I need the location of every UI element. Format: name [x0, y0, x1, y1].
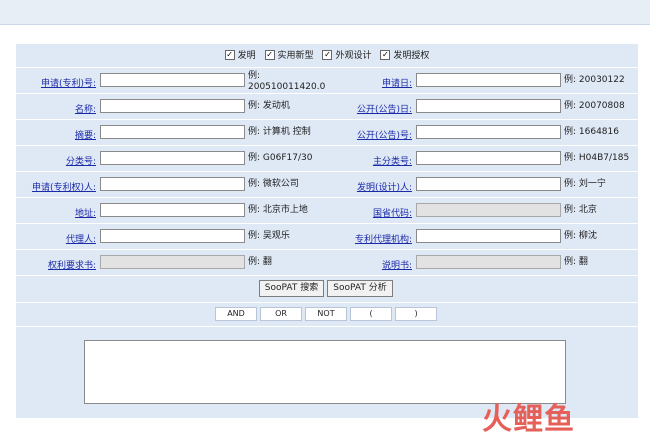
checkbox-check-icon: ✓	[264, 49, 275, 60]
label-title[interactable]: 名称:	[18, 102, 96, 115]
checkbox-label: 实用新型	[277, 51, 314, 61]
top-bar	[0, 0, 650, 25]
example-classification: 例: G06F17/30	[248, 153, 313, 163]
example-province-code: 例: 北京	[564, 205, 597, 215]
divider	[16, 119, 638, 120]
checkbox-check-icon: ✓	[380, 49, 391, 60]
divider	[16, 302, 638, 303]
example-claims: 例: 翻	[248, 257, 272, 267]
label-abstract[interactable]: 摘要:	[18, 128, 96, 141]
title-input[interactable]	[100, 99, 245, 113]
patent-type-checkboxes: ✓ 发明 ✓ 实用新型 ✓ 外观设计 ✓ 发明授权	[16, 48, 638, 61]
divider	[16, 67, 638, 68]
label-main-classification[interactable]: 主分类号:	[316, 154, 412, 167]
divider	[16, 93, 638, 94]
application-number-input[interactable]	[100, 73, 245, 87]
label-agency[interactable]: 专利代理机构:	[316, 232, 412, 245]
label-classification[interactable]: 分类号:	[18, 154, 96, 167]
divider	[16, 197, 638, 198]
example-description: 例: 翻	[564, 257, 588, 267]
application-date-input[interactable]	[416, 73, 561, 87]
example-publication-date: 例: 20070808	[564, 101, 625, 111]
publication-number-input[interactable]	[416, 125, 561, 139]
label-application-date[interactable]: 申请日:	[316, 76, 412, 89]
operator-not-button[interactable]: NOT	[305, 307, 347, 321]
label-claims[interactable]: 权利要求书:	[18, 258, 96, 271]
divider	[16, 249, 638, 250]
claims-input	[100, 255, 245, 269]
checkbox-check-icon: ✓	[224, 49, 235, 60]
main-classification-input[interactable]	[416, 151, 561, 165]
checkbox-check-icon: ✓	[322, 49, 333, 60]
example-publication-number: 例: 1664816	[564, 127, 619, 137]
operator-or-button[interactable]: OR	[260, 307, 302, 321]
operator-close-paren-button[interactable]: )	[395, 307, 437, 321]
publication-date-input[interactable]	[416, 99, 561, 113]
checkbox-label: 发明授权	[393, 51, 430, 61]
soopat-analyze-button[interactable]: SooPAT 分析	[327, 280, 393, 297]
operator-open-paren-button[interactable]: (	[350, 307, 392, 321]
example-agency: 例: 柳沈	[564, 231, 597, 241]
agent-input[interactable]	[100, 229, 245, 243]
checkbox-label: 发明	[237, 51, 256, 61]
label-application-number[interactable]: 申请(专利)号:	[18, 76, 96, 89]
description-input	[416, 255, 561, 269]
label-description[interactable]: 说明书:	[316, 258, 412, 271]
applicant-input[interactable]	[100, 177, 245, 191]
label-publication-number[interactable]: 公开(公告)号:	[316, 128, 412, 141]
example-agent: 例: 吴观乐	[248, 231, 290, 241]
operator-and-button[interactable]: AND	[215, 307, 257, 321]
label-inventor[interactable]: 发明(设计)人:	[316, 180, 412, 193]
label-applicant[interactable]: 申请(专利权)人:	[18, 180, 96, 193]
example-main-classification: 例: H04B7/185	[564, 153, 630, 163]
search-panel: ✓ 发明 ✓ 实用新型 ✓ 外观设计 ✓ 发明授权 申请(专利)号: 例: 200510…	[16, 44, 638, 418]
label-agent[interactable]: 代理人:	[18, 232, 96, 245]
example-applicant: 例: 微软公司	[248, 179, 299, 189]
example-title: 例: 发动机	[248, 101, 290, 111]
address-input[interactable]	[100, 203, 245, 217]
watermark-logo: 火鲤鱼	[482, 402, 575, 437]
inventor-input[interactable]	[416, 177, 561, 191]
province-code-input	[416, 203, 561, 217]
example-inventor: 例: 刘一宁	[564, 179, 606, 189]
divider	[16, 171, 638, 172]
divider	[16, 326, 638, 327]
abstract-input[interactable]	[100, 125, 245, 139]
divider	[16, 223, 638, 224]
label-publication-date[interactable]: 公开(公告)日:	[316, 102, 412, 115]
agency-input[interactable]	[416, 229, 561, 243]
example-abstract: 例: 计算机 控制	[248, 127, 311, 137]
checkbox-utility-model[interactable]: ✓ 实用新型	[264, 48, 314, 61]
divider	[16, 145, 638, 146]
example-application-date: 例: 20030122	[564, 75, 625, 85]
classification-input[interactable]	[100, 151, 245, 165]
checkbox-design[interactable]: ✓ 外观设计	[322, 48, 371, 61]
checkbox-invention[interactable]: ✓ 发明	[224, 48, 256, 61]
checkbox-granted[interactable]: ✓ 发明授权	[380, 48, 429, 61]
checkbox-label: 外观设计	[335, 51, 372, 61]
label-address[interactable]: 地址:	[18, 206, 96, 219]
label-province-code[interactable]: 国省代码:	[316, 206, 412, 219]
example-address: 例: 北京市上地	[248, 205, 308, 215]
soopat-search-button[interactable]: SooPAT 搜索	[259, 280, 324, 297]
divider	[16, 275, 638, 276]
